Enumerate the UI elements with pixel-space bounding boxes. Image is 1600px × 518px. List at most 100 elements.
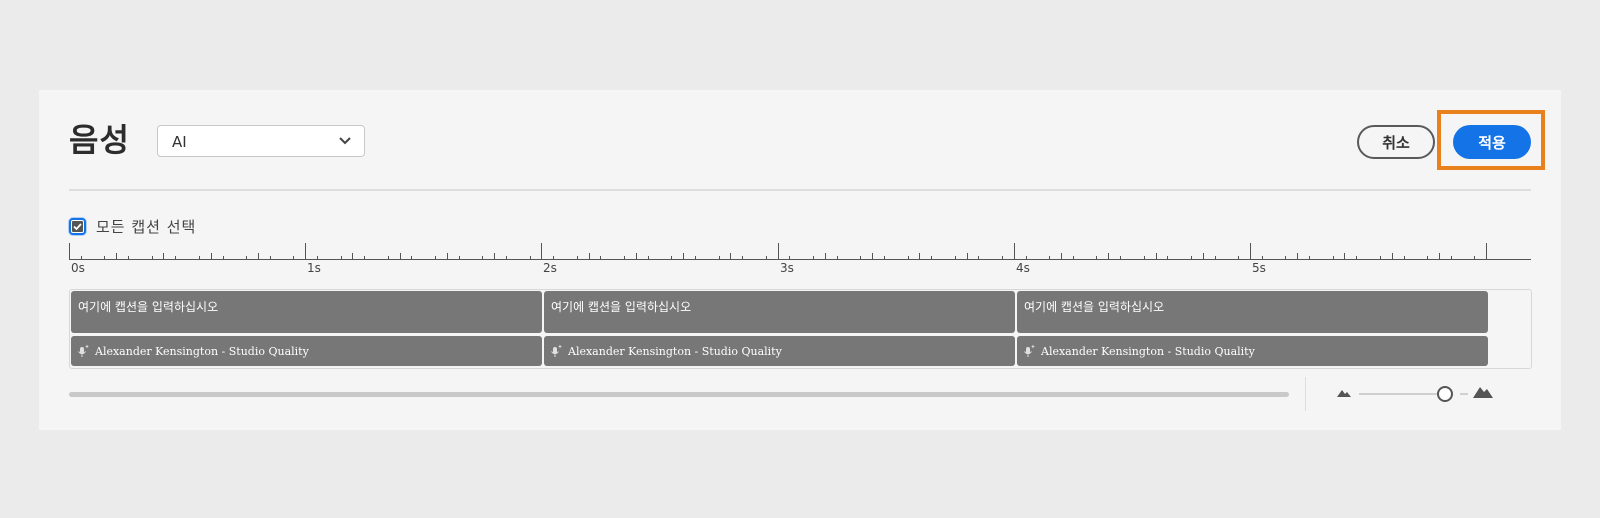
voice-label: Alexander Kensington - Studio Quality [568, 344, 782, 358]
ruler-minor-tick [683, 253, 684, 259]
ruler-sub-tick [1215, 256, 1216, 259]
ruler-minor-tick [1108, 253, 1109, 259]
chevron-down-icon [339, 137, 351, 145]
ruler-sub-tick [813, 256, 814, 259]
ruler-sub-tick [388, 256, 389, 259]
voice-label: Alexander Kensington - Studio Quality [95, 344, 309, 358]
voice-panel: 음성 AI 취소 적용 모든 캡션 선택 0s 1s 2s 3s 4s 5s 여기에 캡션… [39, 90, 1561, 430]
ruler-minor-tick [967, 253, 968, 259]
ruler-sub-tick [223, 256, 224, 259]
ruler-baseline [69, 259, 1531, 260]
voice-clip[interactable]: Alexander Kensington - Studio Quality [544, 336, 1015, 366]
ruler-sub-tick [1120, 256, 1121, 259]
ruler-sub-tick [624, 256, 625, 259]
ruler-minor-tick [211, 253, 212, 259]
ruler-sub-tick [104, 256, 105, 259]
zoom-slider-track[interactable] [1359, 393, 1449, 395]
ruler-label: 0s [71, 261, 85, 275]
timeline-scrollbar[interactable] [69, 392, 1289, 397]
ruler-minor-tick [1392, 253, 1393, 259]
ruler-minor-tick [872, 253, 873, 259]
ruler-label: 4s [1016, 261, 1030, 275]
caption-clip[interactable]: 여기에 캡션을 입력하십시오 [544, 291, 1015, 333]
voice-select-value: AI [172, 133, 187, 151]
select-all-checkbox[interactable] [69, 217, 86, 235]
ruler-sub-tick [1285, 256, 1286, 259]
caption-clip[interactable]: 여기에 캡션을 입력하십시오 [1017, 291, 1488, 333]
ruler-sub-tick [152, 256, 153, 259]
ruler-sub-tick [1238, 256, 1239, 259]
ruler-sub-tick [341, 256, 342, 259]
ruler-sub-tick [1333, 256, 1334, 259]
ruler-sub-tick [1167, 256, 1168, 259]
ruler-sub-tick [1427, 256, 1428, 259]
ruler-sub-tick [530, 256, 531, 259]
apply-button[interactable]: 적용 [1453, 125, 1531, 159]
voice-clip[interactable]: Alexander Kensington - Studio Quality [71, 336, 542, 366]
caption-clip[interactable]: 여기에 캡션을 입력하십시오 [71, 291, 542, 333]
ruler-sub-tick [1451, 256, 1452, 259]
ruler-sub-tick [553, 256, 554, 259]
ruler-minor-tick [352, 253, 353, 259]
ruler-minor-tick [1439, 253, 1440, 259]
ruler-sub-tick [459, 256, 460, 259]
ruler-sub-tick [789, 256, 790, 259]
ruler-sub-tick [1404, 256, 1405, 259]
ruler-sub-tick [884, 256, 885, 259]
microphone-sparkle-icon [78, 344, 89, 357]
voice-label: Alexander Kensington - Studio Quality [1041, 344, 1255, 358]
ruler-minor-tick [919, 253, 920, 259]
ruler-sub-tick [199, 256, 200, 259]
ruler-sub-tick [695, 256, 696, 259]
ruler-minor-tick [447, 253, 448, 259]
ruler-sub-tick [1073, 256, 1074, 259]
ruler-minor-tick [636, 253, 637, 259]
ruler-label: 3s [780, 261, 794, 275]
ruler-major-tick [69, 243, 70, 259]
ruler-major-tick [778, 243, 779, 259]
ruler-minor-tick [1061, 253, 1062, 259]
zoom-separator [1305, 377, 1306, 411]
select-all-captions[interactable]: 모든 캡션 선택 [69, 214, 196, 238]
ruler-sub-tick [128, 256, 129, 259]
zoom-slider-track-end [1460, 393, 1468, 395]
ruler-sub-tick [1049, 256, 1050, 259]
ruler-major-tick [1250, 243, 1251, 259]
ruler-minor-tick [1344, 253, 1345, 259]
ruler-minor-tick [1203, 253, 1204, 259]
ruler-sub-tick [766, 256, 767, 259]
ruler-minor-tick [589, 253, 590, 259]
ruler-sub-tick [435, 256, 436, 259]
cancel-button[interactable]: 취소 [1357, 125, 1435, 159]
ruler-minor-tick [730, 253, 731, 259]
zoom-slider-thumb[interactable] [1437, 386, 1453, 402]
page-title: 음성 [69, 121, 130, 159]
ruler-label: 2s [543, 261, 557, 275]
checkmark-icon [72, 220, 83, 232]
ruler-sub-tick [837, 256, 838, 259]
ruler-sub-tick [81, 256, 82, 259]
ruler-sub-tick [671, 256, 672, 259]
mountain-small-icon[interactable] [1337, 389, 1351, 397]
header-divider [69, 189, 1531, 191]
ruler-sub-tick [506, 256, 507, 259]
ruler-sub-tick [1262, 256, 1263, 259]
ruler-sub-tick [908, 256, 909, 259]
ruler-sub-tick [1002, 256, 1003, 259]
ruler-major-tick [305, 243, 306, 259]
ruler-sub-tick [1191, 256, 1192, 259]
ruler-sub-tick [293, 256, 294, 259]
ruler-major-tick [1486, 243, 1487, 259]
mountain-large-icon[interactable] [1473, 386, 1493, 398]
ruler-sub-tick [955, 256, 956, 259]
ruler-minor-tick [1297, 253, 1298, 259]
ruler-minor-tick [116, 253, 117, 259]
ruler-sub-tick [1356, 256, 1357, 259]
ruler-sub-tick [175, 256, 176, 259]
voice-clip[interactable]: Alexander Kensington - Studio Quality [1017, 336, 1488, 366]
timeline-ruler[interactable]: 0s 1s 2s 3s 4s 5s [69, 243, 1531, 275]
ruler-sub-tick [317, 256, 318, 259]
ruler-sub-tick [1309, 256, 1310, 259]
ruler-sub-tick [1096, 256, 1097, 259]
voice-select[interactable]: AI [157, 125, 365, 157]
